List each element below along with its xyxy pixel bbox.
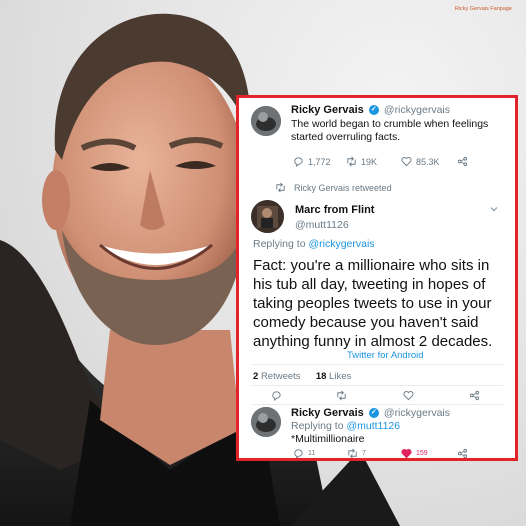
reply-button[interactable]: 11 <box>293 448 315 458</box>
heart-icon <box>403 391 414 401</box>
like-button[interactable]: 85.3K <box>401 156 440 167</box>
share-button[interactable] <box>469 390 480 401</box>
tweet2-replying-to: Replying to @rickygervais <box>253 238 375 250</box>
retweet-count[interactable]: 2 <box>253 371 258 382</box>
avatar[interactable] <box>251 106 281 136</box>
retweet-button[interactable]: 7 <box>347 448 366 458</box>
tweet-source-link[interactable]: Twitter for Android <box>347 349 424 362</box>
retweet-icon <box>337 390 346 401</box>
verified-icon: ✓ <box>368 105 379 116</box>
reply-button[interactable]: 1,772 <box>293 156 331 167</box>
tweet-screenshot-card: Ricky Gervais ✓ @rickygervais The world … <box>236 95 518 461</box>
tweet2-name[interactable]: Marc from Flint <box>295 204 374 216</box>
retweet-icon <box>276 182 285 193</box>
reply-icon <box>272 391 281 401</box>
share-button[interactable] <box>457 156 468 167</box>
reply-icon <box>294 449 303 458</box>
replying-to-link[interactable]: @mutt1126 <box>346 420 400 432</box>
retweet-icon <box>347 156 356 167</box>
tweet1-text: The world began to crumble when feelings… <box>291 118 489 143</box>
tweet1-handle[interactable]: @rickygervais <box>384 104 450 116</box>
like-button[interactable]: 159 <box>401 448 428 458</box>
verified-icon: ✓ <box>368 408 379 419</box>
tweet2-stats: 2 Retweets 18 Likes <box>253 371 352 382</box>
retweeted-indicator: Ricky Gervais retweeted <box>275 182 392 193</box>
tweet3-replying-to: Replying to @mutt1126 <box>291 420 401 432</box>
replying-to-link[interactable]: @rickygervais <box>308 238 374 250</box>
like-button[interactable] <box>403 390 414 401</box>
tweet2-handle[interactable]: @mutt1126 <box>295 219 349 231</box>
tweet3-text: *Multimillionaire <box>291 433 365 445</box>
tweet1-name[interactable]: Ricky Gervais ✓ @rickygervais <box>291 104 450 116</box>
retweet-button[interactable]: 19K <box>346 156 377 167</box>
heart-icon <box>401 157 412 167</box>
share-icon <box>457 448 468 458</box>
share-icon <box>457 156 468 167</box>
heart-icon <box>401 449 412 458</box>
tweet3-handle[interactable]: @rickygervais <box>384 407 450 419</box>
tweet3-name[interactable]: Ricky Gervais ✓ @rickygervais <box>291 407 450 419</box>
reply-icon <box>294 157 303 167</box>
reply-button[interactable] <box>271 390 282 401</box>
share-icon <box>469 390 480 401</box>
like-count[interactable]: 18 <box>316 371 327 382</box>
watermark: Ricky Gervais Fanpage <box>454 6 512 12</box>
tweet2-text: Fact: you're a millionaire who sits in h… <box>253 257 493 350</box>
share-button[interactable] <box>457 448 468 458</box>
chevron-down-icon[interactable] <box>489 204 499 214</box>
avatar[interactable] <box>251 200 284 233</box>
retweet-button[interactable] <box>336 390 347 401</box>
retweet-icon <box>348 448 357 458</box>
avatar[interactable] <box>251 407 281 437</box>
